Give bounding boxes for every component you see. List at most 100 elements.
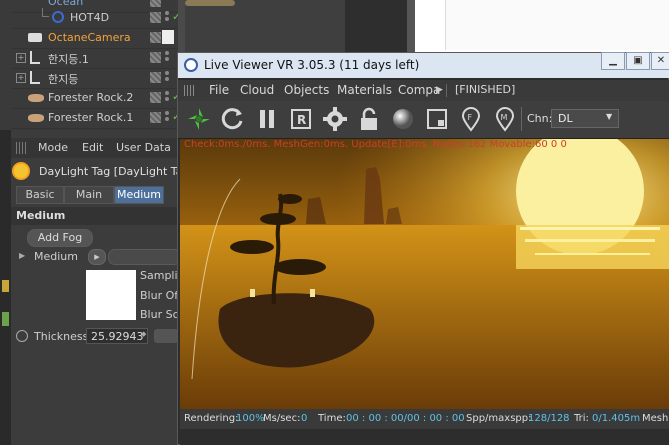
object-row-hot4d[interactable]: HOT4D ✓ — [12, 8, 181, 29]
visibility-icon[interactable] — [150, 72, 161, 83]
render-stats-overlay: Check:0ms./0ms. MeshGen:0ms. Update[E]:0… — [184, 139, 567, 150]
spp-label: Spp/maxspp: — [466, 413, 532, 424]
object-label: HOT4D — [70, 11, 110, 24]
animate-radio-icon[interactable] — [16, 330, 28, 342]
medium-link-field[interactable] — [108, 249, 181, 265]
section-header: Medium — [11, 207, 178, 225]
send-scene-icon[interactable] — [186, 106, 212, 132]
layer-dots[interactable] — [165, 11, 169, 25]
object-label: OctaneCamera — [48, 31, 131, 44]
add-fog-button[interactable]: Add Fog — [27, 229, 93, 247]
object-label: Forester Rock.2 — [48, 91, 134, 104]
render-region-icon[interactable]: R — [288, 106, 314, 132]
maximize-button[interactable]: ▣ — [626, 52, 650, 70]
attribute-title-row: DayLight Tag [DayLight Ta — [11, 160, 182, 184]
object-label: 한지등.1 — [48, 53, 89, 66]
layer-dots[interactable] — [165, 111, 169, 125]
restart-icon[interactable] — [220, 106, 246, 132]
tab-main[interactable]: Main — [64, 186, 114, 204]
menu-overflow-icon[interactable]: ▶ — [436, 85, 443, 95]
attribute-menubar: Mode Edit User Data — [11, 138, 178, 158]
visibility-icon[interactable] — [150, 32, 161, 43]
object-row-hanjideung[interactable]: + 한지등 — [12, 68, 178, 89]
material-pick-icon[interactable]: M — [492, 106, 518, 132]
rock-icon — [28, 94, 44, 102]
thickness-input[interactable]: 25.92943 — [86, 328, 148, 344]
mesh-label: Mesh: — [642, 413, 669, 424]
menu-edit[interactable]: Edit — [82, 141, 103, 154]
svg-text:F: F — [468, 113, 473, 122]
camera-tag-icon[interactable] — [162, 30, 174, 44]
tab-medium[interactable]: Medium — [114, 186, 164, 204]
tool-icon[interactable] — [2, 280, 9, 292]
minimize-button[interactable]: ▁ — [601, 52, 625, 70]
render-status-flag: [FINISHED] — [455, 83, 516, 96]
spp-value: 128/128 — [528, 413, 570, 424]
link-arrow-icon[interactable]: ▶ — [88, 249, 106, 265]
tool-icon[interactable] — [2, 312, 9, 326]
section-title: Medium — [16, 209, 66, 222]
viewer-bottom-strip — [180, 429, 669, 445]
object-row-hanjideung1[interactable]: + 한지등.1 — [12, 48, 178, 69]
time-label: Time: — [318, 413, 346, 424]
separator — [521, 107, 522, 131]
menu-cloud[interactable]: Cloud — [240, 83, 274, 97]
menu-objects[interactable]: Objects — [284, 83, 329, 97]
expand-icon[interactable]: + — [16, 53, 26, 63]
rendering-label: Rendering: — [184, 413, 239, 424]
settings-gear-icon[interactable] — [322, 106, 348, 132]
scroll-region — [345, 0, 415, 52]
tri-value: 0/1.405m — [592, 413, 641, 424]
expand-icon[interactable]: + — [16, 73, 26, 83]
window-controls: ▁ ▣ ✕ — [595, 52, 669, 70]
object-label: Forester Rock.1 — [48, 111, 134, 124]
layer-dots[interactable] — [165, 71, 169, 85]
grip-icon[interactable] — [184, 85, 196, 96]
menu-file[interactable]: File — [209, 83, 229, 97]
thickness-label: Thickness — [34, 330, 89, 343]
material-thumbnails[interactable] — [185, 0, 235, 6]
tri-label: Tri: — [574, 413, 589, 424]
material-ball-icon[interactable] — [390, 106, 416, 132]
scrollbar[interactable] — [407, 0, 415, 52]
visibility-icon[interactable] — [150, 12, 161, 23]
channel-select[interactable]: DL ▼ — [551, 109, 619, 128]
rendering-value: 100% — [236, 413, 265, 424]
tab-basic[interactable]: Basic — [16, 186, 64, 204]
ms-value: 0 — [301, 413, 308, 424]
collapse-arrow-icon[interactable]: ▶ — [19, 251, 25, 260]
menu-compare[interactable]: Compa — [398, 83, 440, 97]
lock-icon[interactable] — [356, 106, 382, 132]
medium-row: ▶ Medium ▶ — [19, 249, 181, 265]
close-button[interactable]: ✕ — [651, 52, 669, 70]
thickness-slider[interactable] — [154, 329, 178, 343]
background-window-pane — [445, 0, 669, 50]
spinner-icon[interactable]: ◆ — [141, 330, 146, 338]
object-row-forester-rock2[interactable]: Forester Rock.2 ✓ — [12, 88, 181, 109]
viewer-title: Live Viewer VR 3.05.3 (11 days left) — [204, 58, 420, 72]
thickness-row: Thickness 25.92943 ◆ — [16, 328, 178, 346]
object-row-octanecamera[interactable]: OctaneCamera — [12, 28, 178, 49]
blur-scale-label: Blur Sc — [140, 308, 179, 321]
object-row-forester-rock1[interactable]: Forester Rock.1 ✓ — [12, 108, 181, 129]
medium-label: Medium — [34, 250, 78, 263]
time-value: 00 : 00 : 00/00 : 00 : 00 — [346, 413, 465, 424]
visibility-icon[interactable] — [150, 92, 161, 103]
menu-mode[interactable]: Mode — [38, 141, 68, 154]
visibility-icon[interactable] — [150, 52, 161, 63]
viewport-region-icon[interactable] — [424, 106, 450, 132]
pause-icon[interactable] — [254, 106, 280, 132]
visibility-icon[interactable] — [150, 0, 161, 7]
ms-label: Ms/sec: — [263, 413, 301, 424]
render-image — [180, 139, 669, 409]
layer-dots[interactable] — [165, 91, 169, 105]
grip-icon[interactable] — [16, 142, 28, 154]
viewer-toolbar: R F M Chn: DL ▼ — [178, 101, 669, 139]
visibility-icon[interactable] — [150, 112, 161, 123]
focus-pick-icon[interactable]: F — [458, 106, 484, 132]
layer-dots[interactable] — [165, 51, 169, 65]
menu-materials[interactable]: Materials — [337, 83, 392, 97]
render-viewport[interactable]: Check:0ms./0ms. MeshGen:0ms. Update[E]:0… — [180, 139, 669, 409]
menu-user-data[interactable]: User Data — [116, 141, 171, 154]
attribute-tabs: Basic Main Medium — [16, 186, 176, 204]
